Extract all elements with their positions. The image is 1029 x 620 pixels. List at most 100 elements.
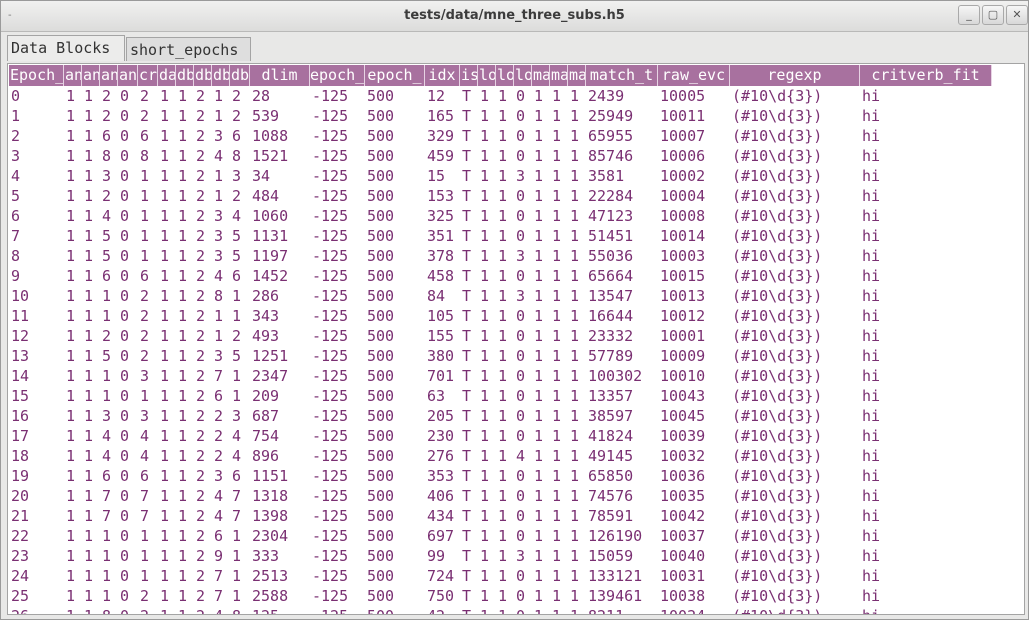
table-cell[interactable]: 1 [550, 286, 568, 306]
table-row[interactable]: 12 1 1 2 0 2 1 1 2 1 2 493 -125 500 155 T 1 1 0 1 1 1 23332 100… [9, 326, 992, 346]
table-cell[interactable]: 276 [425, 446, 460, 466]
table-cell[interactable]: 1 [496, 86, 514, 106]
table-cell[interactable]: 1 [496, 206, 514, 226]
column-header[interactable]: critverb_fit [860, 65, 992, 86]
table-cell[interactable]: 1 [82, 406, 100, 426]
table-cell[interactable]: T [460, 286, 478, 306]
table-cell[interactable]: 1 [550, 266, 568, 286]
table-cell[interactable]: 10003 [658, 246, 730, 266]
table-cell[interactable]: 0 [514, 186, 532, 206]
table-cell[interactable]: 1 [158, 526, 176, 546]
table-cell[interactable]: 1 [550, 506, 568, 526]
table-cell[interactable]: 1 [568, 326, 586, 346]
table-cell[interactable]: 8211 [586, 606, 658, 614]
table-cell[interactable]: 6 [230, 126, 250, 146]
table-cell[interactable]: 3 [100, 406, 118, 426]
table-cell[interactable]: 47123 [586, 206, 658, 226]
table-cell[interactable]: 2347 [250, 366, 310, 386]
table-cell[interactable]: 10039 [658, 426, 730, 446]
table-cell[interactable]: 1 [550, 386, 568, 406]
table-cell[interactable]: 2 [194, 446, 212, 466]
table-row[interactable]: 14 1 1 1 0 3 1 1 2 7 1 2347 -125 500 701 T 1 1 0 1 1 1 100302 1… [9, 366, 992, 386]
table-cell[interactable]: 17 [9, 426, 64, 446]
table-cell[interactable]: T [460, 506, 478, 526]
table-cell[interactable]: hi [860, 366, 992, 386]
table-cell[interactable]: 1 [568, 226, 586, 246]
table-cell[interactable]: 1 [568, 366, 586, 386]
table-cell[interactable]: 7 [212, 586, 230, 606]
table-cell[interactable]: -125 [310, 386, 365, 406]
table-cell[interactable]: 10040 [658, 546, 730, 566]
table-cell[interactable]: 0 [514, 106, 532, 126]
table-cell[interactable]: 1 [532, 186, 550, 206]
table-cell[interactable]: 5 [230, 226, 250, 246]
table-cell[interactable]: 1 [532, 506, 550, 526]
table-cell[interactable]: 500 [365, 346, 425, 366]
table-cell[interactable]: 1 [568, 206, 586, 226]
table-cell[interactable]: 1 [82, 526, 100, 546]
table-cell[interactable]: 1 [550, 346, 568, 366]
table-cell[interactable]: 1 [568, 106, 586, 126]
table-cell[interactable]: 4 [212, 486, 230, 506]
table-cell[interactable]: 1 [158, 206, 176, 226]
table-cell[interactable]: 1 [532, 326, 550, 346]
table-cell[interactable]: 1 [212, 86, 230, 106]
table-cell[interactable]: -125 [310, 186, 365, 206]
table-cell[interactable]: 1 [100, 286, 118, 306]
table-cell[interactable]: -125 [310, 606, 365, 614]
table-cell[interactable]: 1 [478, 506, 496, 526]
table-cell[interactable]: 1 [550, 486, 568, 506]
table-cell[interactable]: hi [860, 566, 992, 586]
table-cell[interactable]: 1 [158, 286, 176, 306]
table-cell[interactable]: T [460, 466, 478, 486]
table-cell[interactable]: 1 [532, 246, 550, 266]
table-row[interactable]: 20 1 1 7 0 7 1 1 2 4 7 1318 -125 500 406 T 1 1 0 1 1 1 74576 10… [9, 486, 992, 506]
table-cell[interactable]: 1 [568, 586, 586, 606]
table-cell[interactable]: 1 [176, 606, 194, 614]
table-cell[interactable]: hi [860, 86, 992, 106]
table-cell[interactable]: 1 [82, 446, 100, 466]
table-cell[interactable]: 1 [550, 146, 568, 166]
table-cell[interactable]: T [460, 546, 478, 566]
table-cell[interactable]: 22 [9, 526, 64, 546]
table-cell[interactable]: 434 [425, 506, 460, 526]
table-cell[interactable]: 1 [176, 586, 194, 606]
table-cell[interactable]: hi [860, 246, 992, 266]
table-cell[interactable]: 3 [212, 226, 230, 246]
table-cell[interactable]: 3 [9, 146, 64, 166]
table-cell[interactable]: 1 [478, 366, 496, 386]
table-cell[interactable]: 1 [176, 186, 194, 206]
table-cell[interactable]: 1 [550, 246, 568, 266]
table-cell[interactable]: 500 [365, 166, 425, 186]
table-cell[interactable]: T [460, 86, 478, 106]
column-header[interactable]: Epoch_idx [9, 65, 64, 86]
table-cell[interactable]: 4 [212, 266, 230, 286]
table-cell[interactable]: 1197 [250, 246, 310, 266]
table-cell[interactable]: 500 [365, 246, 425, 266]
table-cell[interactable]: 0 [514, 206, 532, 226]
table-cell[interactable]: hi [860, 126, 992, 146]
table-cell[interactable]: 1 [176, 226, 194, 246]
table-cell[interactable]: 1 [176, 546, 194, 566]
table-row[interactable]: 9 1 1 6 0 6 1 1 2 4 6 1452 -125 500 458 T 1 1 0 1 1 1 65664 100… [9, 266, 992, 286]
table-cell[interactable]: 1 [478, 246, 496, 266]
table-cell[interactable]: 3581 [586, 166, 658, 186]
table-cell[interactable]: 1 [100, 546, 118, 566]
table-cell[interactable]: 10038 [658, 586, 730, 606]
table-cell[interactable]: 4 [514, 446, 532, 466]
table-cell[interactable]: 1 [496, 146, 514, 166]
table-cell[interactable]: 1 [568, 306, 586, 326]
table-cell[interactable]: hi [860, 226, 992, 246]
table-cell[interactable]: -125 [310, 446, 365, 466]
table-cell[interactable]: 2 [194, 566, 212, 586]
table-cell[interactable]: 1 [478, 346, 496, 366]
table-cell[interactable]: hi [860, 546, 992, 566]
table-cell[interactable]: 1 [532, 166, 550, 186]
table-cell[interactable]: 1 [496, 286, 514, 306]
table-cell[interactable]: 1 [568, 246, 586, 266]
column-header[interactable]: an [64, 65, 82, 86]
table-cell[interactable]: 2 [194, 306, 212, 326]
table-cell[interactable]: (#10\d{3}) [730, 386, 860, 406]
table-cell[interactable]: 1 [550, 406, 568, 426]
table-row[interactable]: 261180211248125-12550042T110111821110024… [9, 606, 992, 614]
